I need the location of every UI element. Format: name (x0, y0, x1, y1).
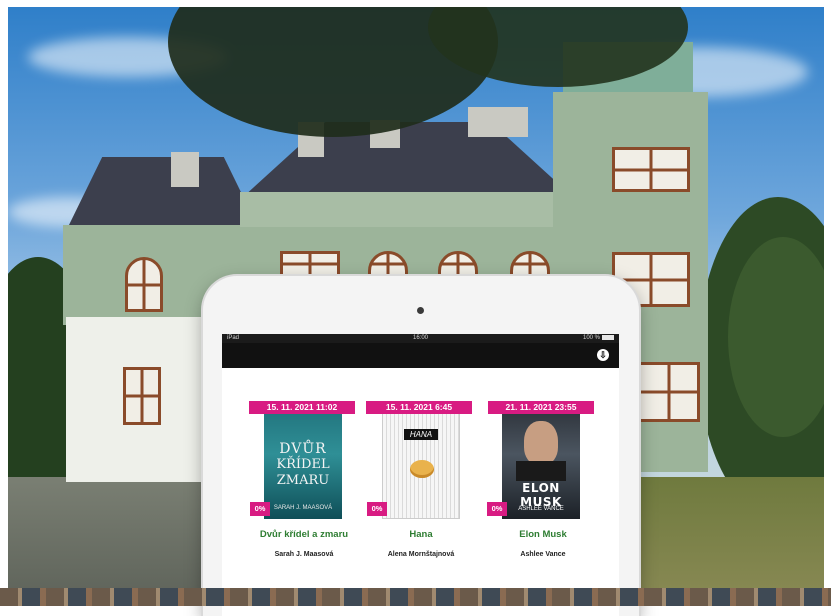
book-title[interactable]: Dvůr křídel a zmaru (249, 529, 359, 540)
status-time: 16:00 (412, 335, 428, 341)
progress-badge: 0% (250, 502, 270, 516)
book-cover[interactable]: ELON MUSK ASHLEE VANCE (502, 401, 580, 519)
book-cover[interactable]: DVŮR KŘÍDEL ZMARU SARAH J. MAASOVÁ (264, 401, 342, 519)
chimney (171, 152, 199, 187)
camera-icon (417, 307, 424, 314)
date-badge: 15. 11. 2021 11:02 (249, 401, 355, 414)
window (280, 251, 340, 277)
date-badge: 15. 11. 2021 6:45 (366, 401, 472, 414)
lawn (608, 477, 824, 606)
date-badge: 21. 11. 2021 23:55 (488, 401, 594, 414)
status-bar: iPad 16:00 100 % (222, 334, 619, 343)
cover-title: ELON MUSK (520, 481, 562, 509)
window (638, 362, 700, 422)
app-navbar: ⇩ (222, 343, 619, 368)
window (125, 257, 163, 312)
book-cover[interactable]: HANA (382, 401, 460, 519)
battery-label: 100 % (582, 335, 600, 341)
book-author: Ashlee Vance (520, 551, 566, 558)
portrait-illustration (524, 421, 558, 465)
book-author: Sarah J. Maasová (274, 551, 334, 558)
cover-title: DVŮR (279, 441, 327, 457)
book-title[interactable]: Hana (366, 529, 476, 540)
battery-status: 100 % (583, 334, 614, 343)
progress-badge: 0% (367, 502, 387, 516)
suit-illustration (516, 461, 566, 481)
ipad-device: iPad 16:00 100 % ⇩ DVŮR KŘÍDEL ZMARU SAR… (203, 276, 639, 616)
window (612, 147, 690, 192)
book-title[interactable]: Elon Musk (488, 529, 598, 540)
cover-title: ZMARU (276, 473, 330, 488)
book-author: Alena Mornštajnová (387, 551, 455, 558)
chimney (468, 107, 528, 137)
cover-author: SARAH J. MAASOVÁ (273, 505, 333, 511)
progress-badge: 0% (487, 502, 507, 516)
donut-illustration (410, 460, 434, 478)
bookshelf-strip (0, 588, 831, 606)
cover-title: KŘÍDEL (276, 457, 330, 472)
battery-icon (602, 334, 614, 340)
cornice (240, 192, 580, 227)
roof-left (68, 157, 258, 227)
ipad-screen: iPad 16:00 100 % ⇩ DVŮR KŘÍDEL ZMARU SAR… (222, 334, 619, 616)
download-circle-icon[interactable]: ⇩ (597, 349, 609, 361)
window (123, 367, 161, 425)
cover-title: HANA (403, 429, 439, 440)
cover-author: ASHLEE VANCE (518, 506, 564, 512)
